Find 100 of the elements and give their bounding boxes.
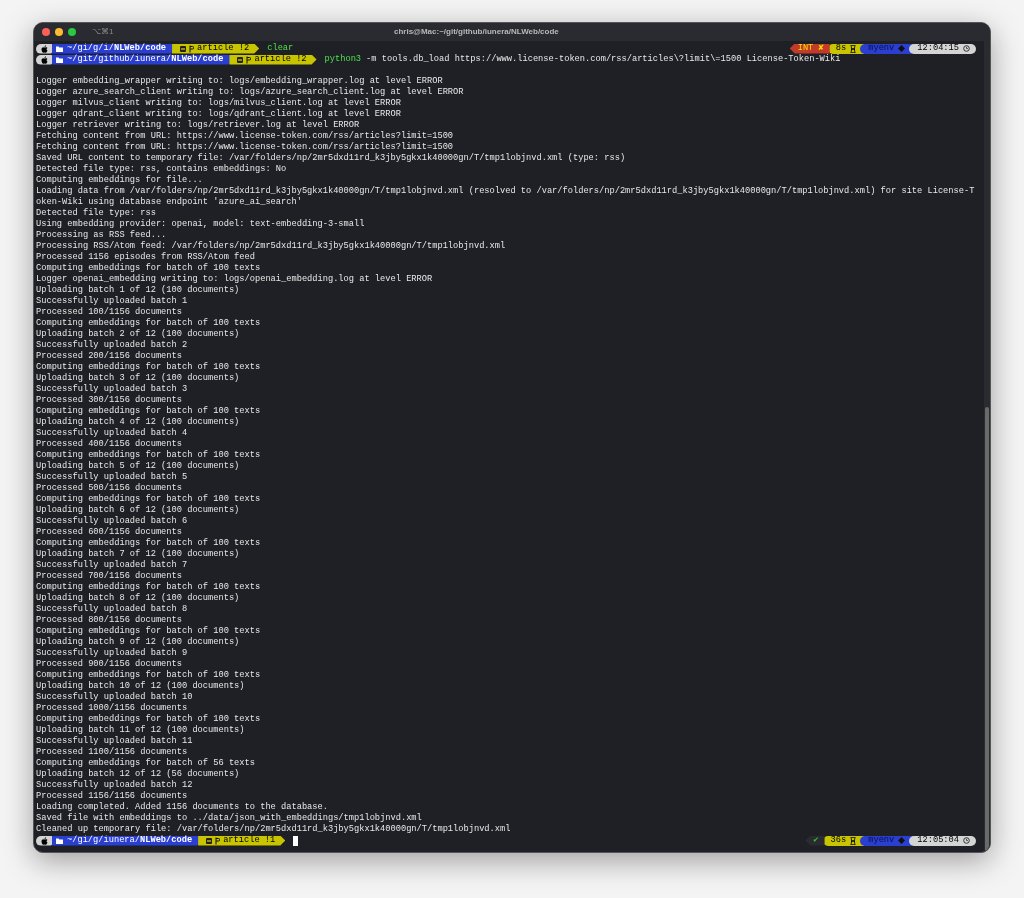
output-line: Computing embeddings for batch of 100 texts xyxy=(36,494,261,505)
output-line: Computing embeddings for batch of 100 texts xyxy=(36,670,261,681)
scrollbar[interactable] xyxy=(984,41,990,852)
output-line: oken-Wiki using database endpoint 'azure_ai_search' xyxy=(36,197,302,208)
output-line: Computing embeddings for batch of 100 texts xyxy=(36,263,261,274)
duration-segment: 36s xyxy=(822,835,865,846)
output-line: Successfully uploaded batch 1 xyxy=(36,296,188,307)
output-line: Processed 500/1156 documents xyxy=(36,483,182,494)
output-line: Successfully uploaded batch 2 xyxy=(36,340,188,351)
hourglass-icon xyxy=(850,44,857,53)
output-line: Successfully uploaded batch 10 xyxy=(36,692,193,703)
output-line: Using embedding provider: openai, model: text-embedding-3-small xyxy=(36,219,365,230)
apple-icon xyxy=(41,44,48,53)
output-line: Uploading batch 7 of 12 (100 documents) xyxy=(36,549,240,560)
directory-path: ~/gi/g/iunera/NLWeb/code xyxy=(67,835,193,846)
exit-status-segment: INT ✘ xyxy=(789,43,830,54)
output-line: Logger openai_embedding writing to: logs/openai_embedding.log at level ERROR xyxy=(36,274,433,285)
apple-icon xyxy=(41,55,48,64)
diamond-icon xyxy=(898,45,906,52)
clock-icon xyxy=(963,45,970,52)
output-line: Logger embedding_wrapper writing to: logs/embedding_wrapper.log at level ERROR xyxy=(36,76,443,87)
scrollbar-thumb[interactable] xyxy=(985,407,989,852)
command-name: python3 xyxy=(324,54,362,65)
command-name: clear xyxy=(267,43,294,54)
output-line: Logger azure_search_client writing to: logs/azure_search_client.log at level ERROR xyxy=(36,87,464,98)
output-line: Processed 1156 episodes from RSS/Atom feed xyxy=(36,252,255,263)
output-line: Processed 700/1156 documents xyxy=(36,571,182,582)
branch-icon xyxy=(215,836,221,845)
output-line: Computing embeddings for batch of 100 texts xyxy=(36,406,261,417)
output-line: Processing as RSS feed... xyxy=(36,230,167,241)
output-line: Computing embeddings for batch of 100 texts xyxy=(36,318,261,329)
output-line: Processed 200/1156 documents xyxy=(36,351,182,362)
directory-path: ~/git/github/iunera/NLWeb/code xyxy=(67,54,224,65)
hourglass-icon xyxy=(850,836,857,845)
folder-icon xyxy=(56,837,63,844)
output-line: Computing embeddings for batch of 100 texts xyxy=(36,626,261,637)
output-line: Computing embeddings for file... xyxy=(36,175,203,186)
output-line: Uploading batch 3 of 12 (100 documents) xyxy=(36,373,240,384)
output-line: Fetching content from URL: https://www.license-token.com/rss/articles?limit=1500 xyxy=(36,131,454,142)
output-line: Computing embeddings for batch of 100 texts xyxy=(36,582,261,593)
output-line: Fetching content from URL: https://www.license-token.com/rss/articles?limit=1500 xyxy=(36,142,454,153)
branch-status: article !2 xyxy=(254,54,307,65)
output-line: Logger qdrant_client writing to: logs/qdrant_client.log at level ERROR xyxy=(36,109,401,120)
clock-icon xyxy=(963,837,970,844)
output-line: Uploading batch 12 of 12 (56 documents) xyxy=(36,769,240,780)
output-line: Loading completed. Added 1156 documents to the database. xyxy=(36,802,328,813)
output-line: Uploading batch 2 of 12 (100 documents) xyxy=(36,329,240,340)
output-line: Successfully uploaded batch 8 xyxy=(36,604,188,615)
clock-segment: 12:04:15 xyxy=(909,43,976,54)
directory-path: ~/gi/g/i/NLWeb/code xyxy=(67,43,167,54)
command-arguments: -m tools.db_load https://www.license-token.com/rss/articles\?limit\=1500 License-Token-Wiki xyxy=(366,54,841,65)
output-line: Computing embeddings for batch of 100 texts xyxy=(36,538,261,549)
output-line: Successfully uploaded batch 3 xyxy=(36,384,188,395)
output-line: Successfully uploaded batch 12 xyxy=(36,780,193,791)
output-line: Processed 1156/1156 documents xyxy=(36,791,188,802)
output-line: Processed 100/1156 documents xyxy=(36,307,182,318)
output-line: Uploading batch 8 of 12 (100 documents) xyxy=(36,593,240,604)
output-line: Computing embeddings for batch of 100 texts xyxy=(36,714,261,725)
zoom-button[interactable] xyxy=(68,28,76,36)
branch-status: article !2 xyxy=(197,43,250,54)
output-line: Successfully uploaded batch 6 xyxy=(36,516,188,527)
minimize-button[interactable] xyxy=(55,28,63,36)
window-title: chris@Mac:~/git/github/iunera/NLWeb/code xyxy=(394,26,559,38)
output-line: Uploading batch 11 of 12 (100 documents) xyxy=(36,725,245,736)
branch-icon xyxy=(189,44,195,53)
tab-shortcut: ⌥⌘1 xyxy=(92,26,114,38)
output-line: Uploading batch 1 of 12 (100 documents) xyxy=(36,285,240,296)
output-line: Uploading batch 10 of 12 (100 documents) xyxy=(36,681,245,692)
environment-segment: myenv xyxy=(860,835,914,846)
output-line: Detected file type: rss, contains embeddings: No xyxy=(36,164,287,175)
output-line: Processed 600/1156 documents xyxy=(36,527,182,538)
output-line: Logger milvus_client writing to: logs/milvus_client.log at level ERROR xyxy=(36,98,401,109)
output-line: Processed 900/1156 documents xyxy=(36,659,182,670)
branch-icon xyxy=(246,55,252,64)
exit-status-segment: ✔ xyxy=(805,835,825,846)
output-line: Successfully uploaded batch 4 xyxy=(36,428,188,439)
output-line: Processed 1100/1156 documents xyxy=(36,747,188,758)
output-line: Processed 300/1156 documents xyxy=(36,395,182,406)
diamond-icon xyxy=(898,837,906,844)
output-line: Saved URL content to temporary file: /var/folders/np/2mr5dxd11rd_k3jby5gkx1k40000gn/T/tmp1lobjnvd.xml (type: rss) xyxy=(36,153,626,164)
branch-status: article !1 xyxy=(223,835,276,846)
output-line: Processed 400/1156 documents xyxy=(36,439,182,450)
output-line: Saved file with embeddings to ../data/json_with_embeddings/tmp1lobjnvd.xml xyxy=(36,813,422,824)
output-line: Computing embeddings for batch of 100 texts xyxy=(36,450,261,461)
apple-icon xyxy=(41,836,48,845)
environment-segment: myenv xyxy=(860,43,914,54)
output-line: Loading data from /var/folders/np/2mr5dxd11rd_k3jby5gkx1k40000gn/T/tmp1lobjnvd.xml (resolved to /var/folders/np/2mr5dxd11rd_k3jby5gkx1k40000gn/T/tmp1lobjnvd.xml) for site License-T xyxy=(36,186,975,197)
close-button[interactable] xyxy=(42,28,50,36)
output-line: Successfully uploaded batch 5 xyxy=(36,472,188,483)
output-line: Detected file type: rss xyxy=(36,208,156,219)
output-line: Processing RSS/Atom feed: /var/folders/np/2mr5dxd11rd_k3jby5gkx1k40000gn/T/tmp1lobjnvd.xml xyxy=(36,241,506,252)
output-line: Uploading batch 4 of 12 (100 documents) xyxy=(36,417,240,428)
output-line: Computing embeddings for batch of 100 texts xyxy=(36,362,261,373)
clock-segment: 12:05:04 xyxy=(909,835,976,846)
output-line: Successfully uploaded batch 11 xyxy=(36,736,193,747)
output-line: Uploading batch 9 of 12 (100 documents) xyxy=(36,637,240,648)
output-line: Uploading batch 6 of 12 (100 documents) xyxy=(36,505,240,516)
output-line: Successfully uploaded batch 7 xyxy=(36,560,188,571)
output-line: Cleaned up temporary file: /var/folders/np/2mr5dxd11rd_k3jby5gkx1k40000gn/T/tmp1lobjnvd.xml xyxy=(36,824,511,835)
output-line: Processed 1000/1156 documents xyxy=(36,703,188,714)
